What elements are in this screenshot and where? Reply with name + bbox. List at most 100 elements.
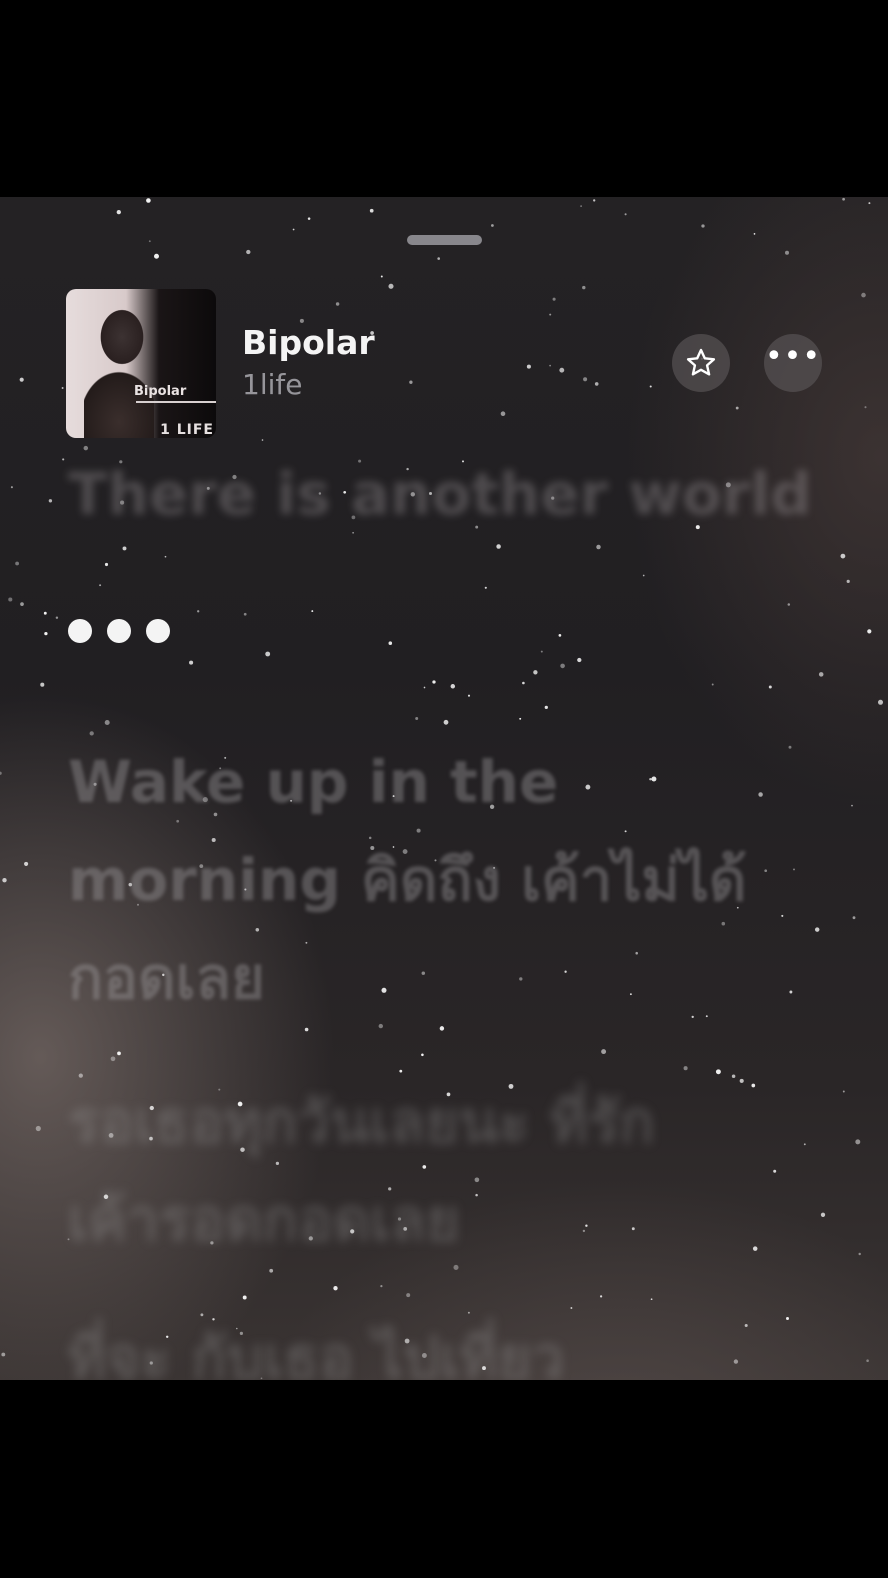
star-particle	[683, 1066, 688, 1071]
star-particle	[558, 634, 562, 637]
waiting-dot	[107, 619, 131, 643]
star-particle	[544, 705, 548, 710]
star-particle	[15, 561, 20, 566]
star-particle	[44, 631, 48, 636]
star-particle	[2, 878, 7, 883]
star-particle	[55, 616, 59, 619]
star-particle	[164, 555, 167, 558]
star-particle	[739, 1078, 744, 1083]
star-particle	[122, 546, 127, 551]
ellipsis-icon: •••	[764, 339, 822, 374]
star-particle	[484, 586, 487, 589]
star-particle	[577, 657, 582, 663]
artwork-subtitle: 1 LIFE	[160, 422, 214, 438]
star-particle	[380, 1285, 383, 1288]
star-particle	[851, 804, 853, 807]
star-particle	[642, 574, 645, 577]
lyric-text: Wake up in the	[68, 748, 559, 816]
star-particle	[846, 579, 850, 583]
star-particle	[649, 385, 652, 388]
star-particle	[62, 458, 65, 461]
artwork-title: Bipolar	[134, 384, 187, 399]
star-particle	[526, 364, 531, 369]
artwork-divider	[136, 401, 216, 403]
album-artwork[interactable]: Bipolar 1 LIFE	[66, 289, 216, 438]
star-particle	[335, 302, 340, 306]
star-particle	[189, 660, 194, 665]
star-particle	[311, 610, 314, 613]
star-particle	[307, 217, 311, 220]
star-particle	[818, 672, 824, 677]
star-particle	[752, 1246, 758, 1251]
star-particle	[803, 1143, 806, 1146]
star-particle	[868, 202, 871, 205]
star-particle	[715, 1069, 721, 1075]
star-particle	[549, 313, 552, 316]
star-particle	[104, 562, 109, 567]
star-particle	[380, 275, 383, 278]
star-particle	[701, 224, 705, 228]
star-particle	[549, 364, 551, 367]
star-particle	[820, 1212, 826, 1217]
star-particle	[866, 1359, 869, 1362]
star-particle	[154, 253, 159, 259]
star-particle	[842, 197, 845, 201]
star-particle	[789, 990, 793, 994]
star-icon	[686, 348, 716, 376]
star-particle	[500, 411, 506, 417]
star-particle	[423, 686, 426, 689]
star-particle	[333, 1286, 338, 1291]
lyric-line-previous[interactable]: There is another world	[68, 445, 812, 543]
star-particle	[0, 771, 2, 775]
sheet-grabber-handle[interactable]	[407, 235, 482, 245]
star-particle	[852, 916, 856, 920]
star-particle	[786, 1317, 789, 1320]
star-particle	[596, 544, 601, 550]
star-particle	[467, 694, 471, 697]
star-particle	[650, 1298, 653, 1301]
star-particle	[601, 1049, 607, 1055]
star-particle	[793, 868, 795, 871]
star-particle	[388, 283, 394, 289]
star-particle	[559, 367, 565, 373]
star-particle	[61, 387, 64, 389]
artist-name[interactable]: 1life	[242, 368, 302, 401]
star-particle	[110, 1056, 116, 1062]
star-particle	[861, 292, 866, 298]
star-particle	[624, 213, 627, 216]
star-particle	[491, 224, 494, 227]
star-particle	[519, 717, 522, 720]
lyric-line-upcoming[interactable]: รอเธอทุกวันเลยนะ ที่รัก เค้ารอดกอดเลย	[68, 1073, 654, 1269]
star-particle	[733, 1359, 739, 1364]
lyric-line-next[interactable]: Wake up in the morning คิดถึง เค้าไม่ได้…	[68, 733, 747, 1027]
lyric-text: เค้ารอดกอดเลย	[68, 1186, 460, 1254]
star-particle	[570, 1307, 573, 1309]
star-particle	[24, 861, 29, 866]
star-particle	[787, 603, 791, 606]
more-options-button[interactable]: •••	[764, 334, 822, 392]
star-particle	[522, 681, 525, 685]
star-particle	[842, 1090, 845, 1093]
favorite-button[interactable]	[672, 334, 730, 392]
star-particle	[10, 486, 13, 489]
lyric-text: รอเธอทุกวันเลยนะ ที่รัก	[68, 1088, 655, 1156]
lyric-line-later[interactable]: ที่จะ กับเธอ ไปเที่ยว	[68, 1309, 564, 1380]
star-particle	[243, 612, 247, 616]
song-title[interactable]: Bipolar	[242, 323, 375, 362]
star-particle	[764, 869, 768, 873]
star-particle	[40, 682, 45, 687]
star-particle	[582, 285, 586, 290]
star-particle	[583, 377, 588, 382]
star-particle	[415, 717, 419, 720]
star-particle	[858, 1252, 861, 1256]
star-particle	[814, 927, 820, 932]
star-particle	[261, 439, 264, 441]
star-particle	[735, 406, 739, 410]
waiting-dot	[68, 619, 92, 643]
star-particle	[744, 1323, 748, 1328]
star-particle	[781, 914, 784, 917]
star-particle	[421, 1053, 424, 1057]
star-particle	[437, 257, 441, 260]
star-particle	[117, 1051, 121, 1056]
lyrics-waiting-indicator	[68, 619, 170, 643]
